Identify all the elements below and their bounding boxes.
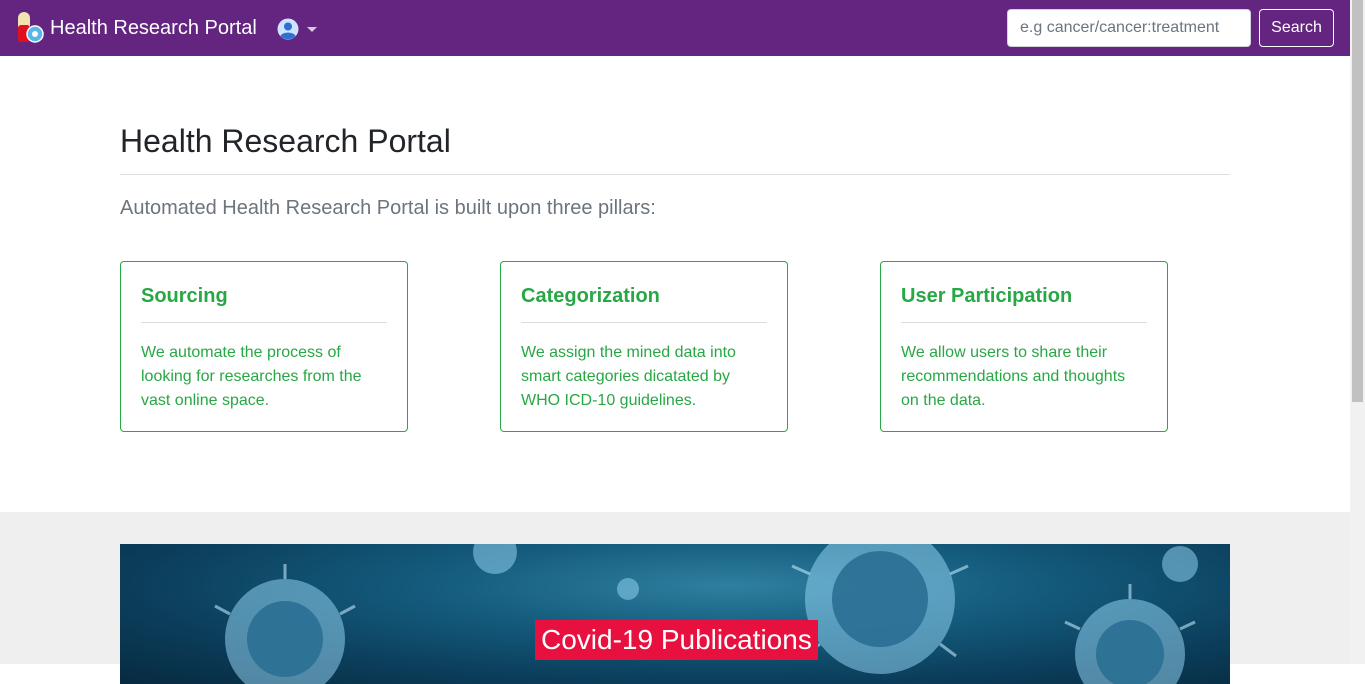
top-navbar: Health Research Portal Search [0,0,1350,56]
search-button[interactable]: Search [1259,9,1334,47]
divider [521,322,767,323]
pillar-title: Sourcing [141,285,228,307]
pillar-card-categorization: Categorization We assign the mined data … [500,261,788,432]
pill-logo-icon [16,12,44,44]
covid-banner[interactable]: Covid-19 Publications [120,544,1230,684]
brand-link[interactable]: Health Research Portal [16,12,257,44]
chevron-down-icon [307,27,317,32]
pillar-text: We automate the process of looking for r… [141,344,362,409]
covid-section: Covid-19 Publications [0,512,1350,684]
hero-section: Health Research Portal Automated Health … [0,56,1350,512]
divider [141,322,387,323]
brand-title: Health Research Portal [50,17,257,39]
banner-title: Covid-19 Publications [535,620,818,660]
pillar-text: We allow users to share their recommenda… [901,344,1126,409]
virus-illustration [214,544,1198,684]
search-input[interactable] [1007,9,1251,47]
scrollbar-thumb[interactable] [1352,0,1363,402]
divider [901,322,1147,323]
user-avatar-icon [277,18,299,45]
user-menu-dropdown[interactable] [277,18,317,45]
pillar-text: We assign the mined data into smart cate… [521,344,736,409]
lead-text: Automated Health Research Portal is buil… [120,197,656,219]
pillar-title: Categorization [521,285,660,307]
pillar-card-sourcing: Sourcing We automate the process of look… [120,261,408,432]
divider [120,174,1230,175]
pillar-card-user-participation: User Participation We allow users to sha… [880,261,1168,432]
pillar-title: User Participation [901,285,1073,307]
scrollbar[interactable] [1350,0,1365,664]
page-title: Health Research Portal [120,123,451,159]
